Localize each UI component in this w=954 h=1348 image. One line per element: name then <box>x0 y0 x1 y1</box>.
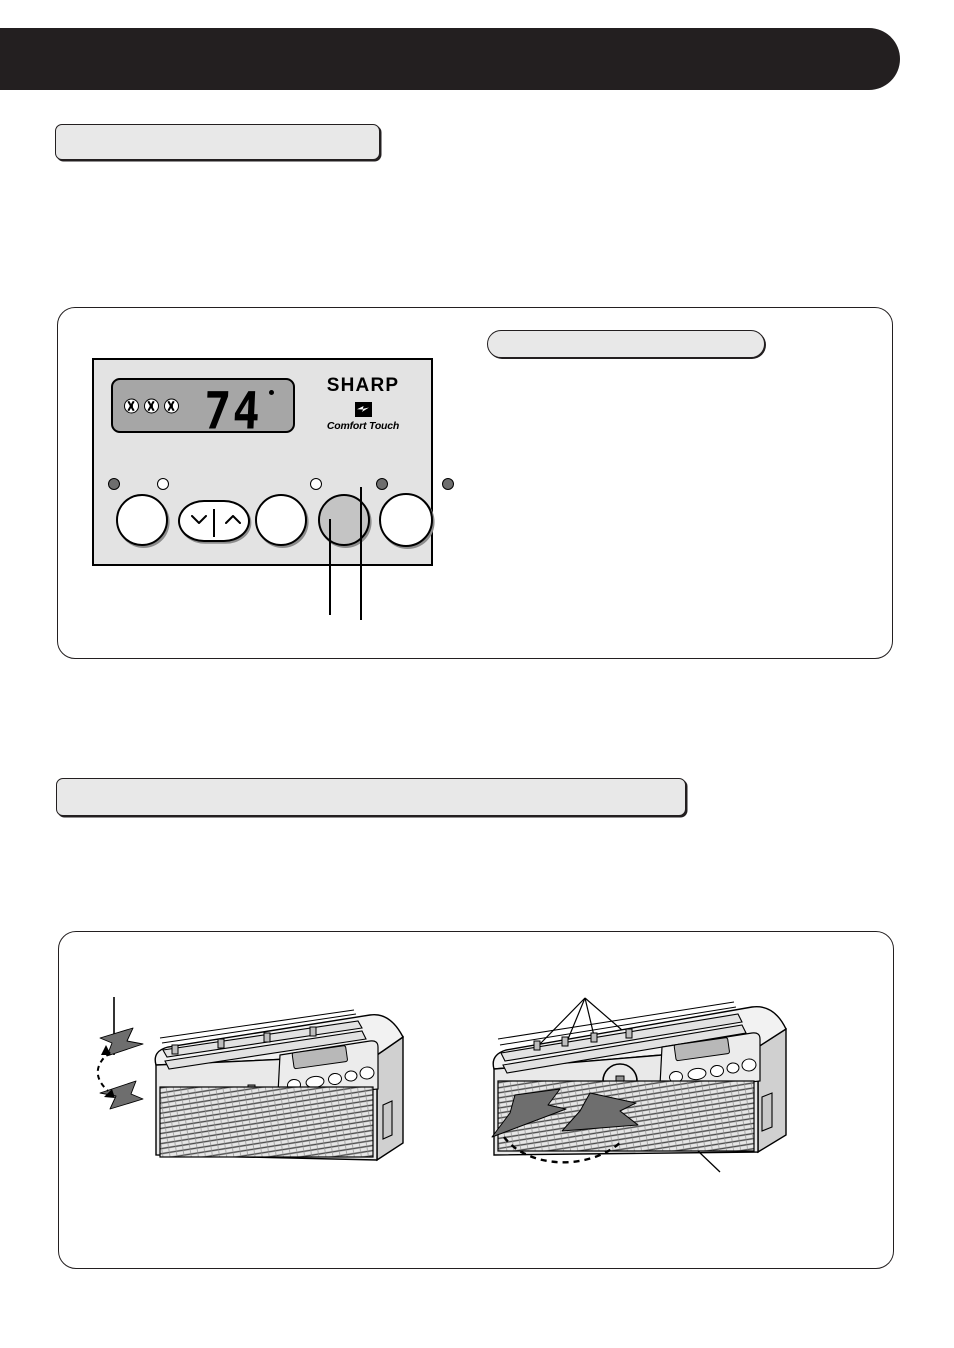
swoosh-logo-icon <box>354 402 372 417</box>
callout-leader-line <box>329 519 331 615</box>
brand-block: SHARP Comfort Touch <box>303 375 423 432</box>
chevron-down-icon[interactable] <box>191 515 207 525</box>
temp-down-up-button[interactable] <box>178 500 250 542</box>
lcd-display: 74 <box>111 378 295 441</box>
section-1-label <box>55 124 380 160</box>
brand-subtitle: Comfort Touch <box>326 420 400 432</box>
degree-symbol-icon <box>269 390 274 395</box>
fan-icon <box>164 398 179 413</box>
led-indicator <box>157 478 169 490</box>
led-indicator <box>442 478 454 490</box>
temperature-readout: 74 <box>202 380 264 442</box>
horizontal-air-direction-illustration <box>470 985 870 1185</box>
mode-button[interactable] <box>255 494 307 546</box>
swing-arc <box>96 1051 111 1092</box>
fan-icon <box>124 398 139 413</box>
vertical-air-direction-illustration <box>70 995 460 1180</box>
led-indicator <box>108 478 120 490</box>
fan-icon <box>144 398 159 413</box>
control-panel-illustration: 74 SHARP Comfort Touch <box>92 358 454 566</box>
brand-name: SHARP <box>326 375 400 396</box>
manual-page: 74 SHARP Comfort Touch <box>0 0 954 1348</box>
chevron-up-icon[interactable] <box>225 515 241 525</box>
section-2-label <box>56 778 686 816</box>
button-row <box>94 478 454 566</box>
fan-button[interactable] <box>318 494 370 546</box>
page-header-bar <box>0 28 900 90</box>
figure-1-callout-pill <box>487 330 765 358</box>
callout-leader-line <box>360 487 362 620</box>
swing-button[interactable] <box>379 493 433 547</box>
power-button[interactable] <box>116 494 168 546</box>
led-indicator <box>376 478 388 490</box>
led-indicator <box>310 478 322 490</box>
